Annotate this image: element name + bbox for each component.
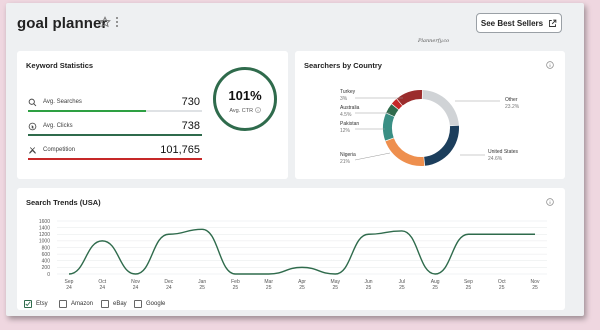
y-tick-label: 1000 <box>39 239 50 245</box>
ctr-label: Avg. CTR <box>229 108 254 114</box>
y-tick-label: 1200 <box>39 232 50 238</box>
ctr-label-row: Avg. CTR <box>216 107 274 114</box>
stat-bar-fill <box>28 134 202 136</box>
x-tick-label: 25 <box>199 285 205 291</box>
search-trends-chart: 02004006008001000120014001600Sep24Oct24N… <box>39 219 547 291</box>
donut-label-pakistan: Pakistan 12% <box>340 121 359 135</box>
legend-label: eBay <box>113 301 127 307</box>
click-icon <box>28 122 37 131</box>
x-tick-label: 25 <box>466 285 472 291</box>
x-tick-label: 25 <box>333 285 339 291</box>
country-donut-chart <box>354 90 500 166</box>
donut-label-turkey: Turkey 3% <box>340 89 355 103</box>
stat-value: 101,765 <box>160 144 200 156</box>
y-tick-label: 600 <box>42 252 51 258</box>
leader-line <box>354 152 391 161</box>
y-tick-label: 1600 <box>39 219 50 225</box>
stat-value: 730 <box>181 96 200 108</box>
stat-bar <box>28 110 202 112</box>
ctr-value: 101% <box>228 88 262 103</box>
x-tick-label: 25 <box>233 285 239 291</box>
legend-label: Google <box>146 301 166 307</box>
search-icon <box>28 98 37 107</box>
legend-label: Amazon <box>71 301 94 307</box>
stat-row-avg-clicks: Avg. Clicks 738 <box>28 120 206 139</box>
competition-icon <box>29 147 36 154</box>
more-vertical-icon[interactable] <box>114 16 120 28</box>
country-name: Australia <box>340 105 360 111</box>
x-tick-label: 24 <box>100 285 106 291</box>
country-name: Turkey <box>340 89 356 95</box>
x-tick-label: 25 <box>366 285 372 291</box>
y-tick-label: 400 <box>42 259 51 265</box>
country-pct: 24.6% <box>488 156 503 162</box>
ctr-gauge: 101% Avg. CTR <box>213 67 277 131</box>
stat-label: Avg. Searches <box>43 99 82 105</box>
searchers-by-country-card: Searchers by Country Turkey 3% Australia… <box>295 51 565 179</box>
country-name: Nigeria <box>340 152 356 158</box>
y-tick-label: 200 <box>42 265 51 271</box>
external-link-icon <box>549 19 557 27</box>
x-tick-label: 25 <box>532 285 538 291</box>
stat-bar <box>28 158 202 160</box>
stat-value: 738 <box>181 120 200 132</box>
x-tick-label: 25 <box>266 285 272 291</box>
stat-label: Avg. Clicks <box>43 123 73 129</box>
donut-label-nigeria: Nigeria 21% <box>340 152 356 166</box>
y-tick-label: 800 <box>42 245 51 251</box>
legend-label: Etsy <box>36 301 48 307</box>
x-tick-label: 24 <box>166 285 172 291</box>
country-pct: 4.5% <box>340 112 352 118</box>
stat-label: Competition <box>43 147 76 153</box>
checkbox-unchecked[interactable] <box>134 300 142 308</box>
see-best-sellers-button[interactable]: See Best Sellers <box>476 13 562 33</box>
checkbox-unchecked[interactable] <box>59 300 67 308</box>
donut-slice[interactable] <box>383 113 395 141</box>
country-pct: 3% <box>340 96 348 102</box>
info-icon[interactable] <box>254 107 261 113</box>
country-pct: 23.2% <box>505 104 520 110</box>
donut-label-other: Other 23.2% <box>505 97 519 111</box>
country-name: United States <box>488 149 519 155</box>
checkbox-checked[interactable] <box>24 300 32 308</box>
keyword-statistics-card: Keyword Statistics Avg. Searches 730 Avg… <box>17 51 288 179</box>
x-tick-label: 25 <box>399 285 405 291</box>
legend-item-ebay[interactable]: eBay <box>101 300 127 308</box>
y-tick-label: 0 <box>47 272 50 278</box>
country-name: Other <box>505 97 518 103</box>
legend-item-etsy[interactable]: Etsy <box>24 300 48 308</box>
x-tick-label: 25 <box>299 285 305 291</box>
see-best-sellers-label: See Best Sellers <box>480 18 544 28</box>
page-title: goal planner <box>17 15 108 32</box>
donut-label-australia: Australia 4.5% <box>340 105 359 119</box>
checkbox-unchecked[interactable] <box>101 300 109 308</box>
donut-label-united-states: United States 24.6% <box>488 149 518 163</box>
country-pct: 21% <box>340 159 351 165</box>
country-name: Pakistan <box>340 121 360 127</box>
x-tick-label: 24 <box>133 285 139 291</box>
donut-slice[interactable] <box>422 90 459 126</box>
stat-row-competition: Competition 101,765 <box>28 144 206 163</box>
checkmark-icon <box>25 301 31 307</box>
y-tick-label: 1400 <box>39 225 50 231</box>
top-bar: goal planner See Best Sellers Plannerfy.… <box>6 3 584 47</box>
stat-bar-fill <box>28 110 147 112</box>
country-pct: 12% <box>340 128 351 134</box>
donut-slice[interactable] <box>424 125 459 166</box>
watermark: Plannerfy.co <box>418 38 450 44</box>
stat-bar <box>28 134 202 136</box>
search-trends-card: Search Trends (USA) 0 200 400 600 800 1000 120… <box>17 188 565 310</box>
keyword-statistics-title: Keyword Statistics <box>26 61 94 70</box>
donut-slice[interactable] <box>385 138 425 166</box>
legend-item-amazon[interactable]: Amazon <box>59 300 93 308</box>
x-tick-label: 25 <box>432 285 438 291</box>
stat-bar-fill <box>28 158 202 160</box>
star-icon[interactable] <box>99 16 111 28</box>
stat-row-avg-searches: Avg. Searches 730 <box>28 96 206 115</box>
legend-item-google[interactable]: Google <box>134 300 165 308</box>
x-tick-label: 24 <box>66 285 72 291</box>
x-tick-label: 25 <box>499 285 505 291</box>
app-window: goal planner See Best Sellers Plannerfy.… <box>6 3 584 316</box>
